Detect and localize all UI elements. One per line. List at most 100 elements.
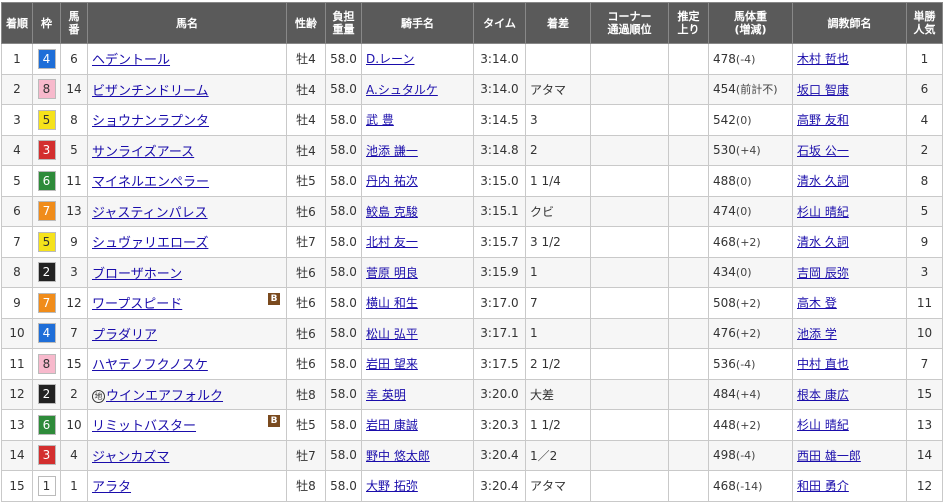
sexage-cell: 牡4: [286, 73, 326, 105]
waku-cell: 6: [32, 409, 61, 441]
jockey-cell: 武 豊: [361, 104, 474, 136]
jockey-link[interactable]: 武 豊: [366, 113, 394, 127]
trainer-cell: 杉山 晴紀: [792, 195, 907, 227]
trainer-link[interactable]: 池添 学: [797, 327, 837, 341]
jockey-link[interactable]: 野中 悠太郎: [366, 449, 430, 463]
rank-cell: 9: [1, 287, 33, 319]
trainer-link[interactable]: 吉岡 辰弥: [797, 266, 849, 280]
agari-cell: [668, 287, 709, 319]
jockey-cell: 丹内 祐次: [361, 165, 474, 197]
bodyweight-change: (0): [735, 205, 752, 219]
jockey-cell: A.シュタルケ: [361, 73, 474, 105]
table-row: 11 8 15 ハヤテノフクノスケ 牡6 58.0 岩田 望来 3:17.5 2 1/2 536(…: [1, 348, 943, 380]
horse-cell: マイネルエンペラー: [87, 165, 287, 197]
table-row: 5 6 11 マイネルエンペラー 牡5 58.0 丹内 祐次 3:15.0 1 1/4 488(0…: [1, 165, 943, 197]
horse-name-link[interactable]: サンライズアース: [92, 145, 194, 160]
local-horse-mark-icon: 地: [92, 389, 105, 403]
trainer-link[interactable]: 清水 久詞: [797, 235, 849, 249]
jockey-link[interactable]: D.レーン: [366, 52, 414, 66]
waku-cell: 3: [32, 134, 61, 166]
trainer-cell: 清水 久詞: [792, 226, 907, 258]
weight-carried-cell: 58.0: [325, 195, 362, 227]
weight-carried-cell: 58.0: [325, 348, 362, 380]
trainer-link[interactable]: 清水 久詞: [797, 174, 849, 188]
jockey-link[interactable]: 菅原 明良: [366, 266, 418, 280]
horse-cell: サンライズアース: [87, 134, 287, 166]
jockey-link[interactable]: 大野 拓弥: [366, 479, 418, 493]
bodyweight-value: 536: [713, 356, 736, 371]
umaban-cell: 11: [60, 165, 88, 197]
jockey-cell: 大野 拓弥: [361, 470, 474, 502]
trainer-link[interactable]: 杉山 晴紀: [797, 205, 849, 219]
trainer-link[interactable]: 高野 友和: [797, 113, 849, 127]
jockey-link[interactable]: 幸 英明: [366, 388, 406, 402]
horse-cell: ショウナンラプンタ: [87, 104, 287, 136]
horse-name-link[interactable]: シュヴァリエローズ: [92, 236, 208, 251]
corner-cell: [590, 43, 669, 75]
trainer-link[interactable]: 木村 哲也: [797, 52, 849, 66]
time-cell: 3:15.9: [473, 256, 526, 288]
jockey-link[interactable]: 松山 弘平: [366, 327, 418, 341]
horse-name-link[interactable]: ハヤテノフクノスケ: [92, 358, 208, 373]
jockey-link[interactable]: A.シュタルケ: [366, 83, 438, 97]
trainer-link[interactable]: 根本 康広: [797, 388, 849, 402]
horse-name-link[interactable]: ワープスピード: [92, 297, 182, 312]
trainer-link[interactable]: 石坂 公一: [797, 144, 849, 158]
sexage-cell: 牡5: [286, 409, 326, 441]
jockey-link[interactable]: 丹内 祐次: [366, 174, 418, 188]
table-row: 1 4 6 ヘデントール 牡4 58.0 D.レーン 3:14.0 478(-4) 木村 哲也 1: [1, 43, 943, 75]
jockey-link[interactable]: 池添 謙一: [366, 144, 418, 158]
umaban-cell: 2: [60, 378, 88, 410]
margin-cell: [525, 43, 591, 75]
horse-name-link[interactable]: ジャンカズマ: [92, 450, 169, 465]
trainer-link[interactable]: 坂口 智康: [797, 83, 849, 97]
popularity-cell: 14: [906, 439, 943, 471]
weight-carried-cell: 58.0: [325, 287, 362, 319]
table-row: 13 6 10 リミットバスター B 牡5 58.0 岩田 康誠 3:20.3 1 1/2 448(…: [1, 409, 943, 441]
time-cell: 3:14.0: [473, 43, 526, 75]
horse-name-link[interactable]: マイネルエンペラー: [92, 175, 209, 190]
jockey-link[interactable]: 北村 友一: [366, 235, 418, 249]
horse-name-link[interactable]: ジャスティンパレス: [92, 206, 208, 221]
table-row: 12 2 2 地ウインエアフォルク 牡8 58.0 幸 英明 3:20.0 大差 484(+4) 根…: [1, 378, 943, 410]
time-cell: 3:15.7: [473, 226, 526, 258]
jockey-link[interactable]: 鮫島 克駿: [366, 205, 418, 219]
trainer-cell: 清水 久詞: [792, 165, 907, 197]
table-row: 14 3 4 ジャンカズマ 牡7 58.0 野中 悠太郎 3:20.4 1／2 498(-4) 西田…: [1, 439, 943, 471]
bodyweight-value: 508: [713, 295, 736, 310]
horse-name-link[interactable]: ウインエアフォルク: [106, 389, 223, 404]
trainer-link[interactable]: 中村 直也: [797, 357, 849, 371]
jockey-link[interactable]: 横山 和生: [366, 296, 418, 310]
margin-cell: アタマ: [525, 470, 591, 502]
weight-carried-cell: 58.0: [325, 470, 362, 502]
horse-name-link[interactable]: ショウナンラプンタ: [92, 114, 209, 129]
time-cell: 3:15.0: [473, 165, 526, 197]
trainer-link[interactable]: 西田 雄一郎: [797, 449, 861, 463]
horse-name-link[interactable]: ヘデントール: [92, 53, 170, 68]
horse-name-link[interactable]: リミットバスター: [92, 419, 196, 434]
race-result-table: 着順 枠 馬番 馬名 性齢 負担 重量 騎手名 タイム 着差 コーナー 通過順位 推…: [1, 2, 943, 502]
header-rank: 着順: [1, 2, 33, 44]
jockey-cell: 岩田 望来: [361, 348, 474, 380]
jockey-cell: 松山 弘平: [361, 317, 474, 349]
agari-cell: [668, 73, 709, 105]
trainer-link[interactable]: 杉山 晴紀: [797, 418, 849, 432]
popularity-cell: 11: [906, 287, 943, 319]
horse-name-link[interactable]: ブローザホーン: [92, 267, 182, 282]
margin-cell: 3: [525, 104, 591, 136]
jockey-link[interactable]: 岩田 康誠: [366, 418, 418, 432]
jockey-cell: 菅原 明良: [361, 256, 474, 288]
rank-cell: 2: [1, 73, 33, 105]
horse-name-link[interactable]: プラダリア: [92, 328, 157, 343]
corner-cell: [590, 287, 669, 319]
waku-cell: 5: [32, 226, 61, 258]
horse-name-link[interactable]: アラタ: [92, 480, 131, 495]
jockey-link[interactable]: 岩田 望来: [366, 357, 418, 371]
horse-name-link[interactable]: ビザンチンドリーム: [92, 84, 209, 99]
table-row: 3 5 8 ショウナンラプンタ 牡4 58.0 武 豊 3:14.5 3 542(0) 高野 友和 4: [1, 104, 943, 136]
waku-cell: 8: [32, 348, 61, 380]
time-cell: 3:20.4: [473, 470, 526, 502]
corner-cell: [590, 317, 669, 349]
trainer-link[interactable]: 和田 勇介: [797, 479, 849, 493]
trainer-link[interactable]: 高木 登: [797, 296, 837, 310]
